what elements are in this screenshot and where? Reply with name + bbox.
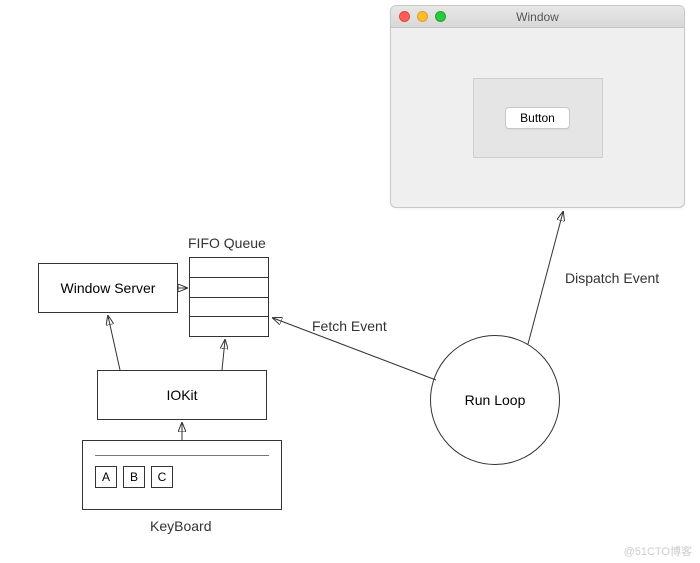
watermark: @51CTO博客 xyxy=(624,543,692,559)
window-titlebar: Window xyxy=(391,6,684,28)
key-c: C xyxy=(151,466,173,488)
window-server-node: Window Server xyxy=(38,263,178,313)
queue-slot xyxy=(190,258,268,278)
window-body: Button xyxy=(391,28,684,207)
fetch-event-label: Fetch Event xyxy=(312,318,387,334)
fifo-queue xyxy=(189,257,269,337)
queue-slot xyxy=(190,317,268,336)
window-title: Window xyxy=(391,10,684,24)
keyboard-label: KeyBoard xyxy=(150,518,211,534)
demo-button[interactable]: Button xyxy=(505,107,570,129)
app-window: Window Button xyxy=(390,5,685,208)
key-a: A xyxy=(95,466,117,488)
iokit-node: IOKit xyxy=(97,370,267,420)
keyboard-keys: A B C xyxy=(91,466,273,488)
queue-slot xyxy=(190,278,268,298)
fifo-queue-label: FIFO Queue xyxy=(188,235,266,251)
button-panel: Button xyxy=(473,78,603,158)
run-loop-label: Run Loop xyxy=(465,392,526,408)
keyboard-node: A B C xyxy=(82,440,282,510)
iokit-label: IOKit xyxy=(166,387,197,403)
run-loop-node: Run Loop xyxy=(430,335,560,465)
window-server-label: Window Server xyxy=(61,280,156,296)
keyboard-divider xyxy=(95,455,269,456)
dispatch-event-label: Dispatch Event xyxy=(565,270,659,286)
queue-slot xyxy=(190,298,268,318)
key-b: B xyxy=(123,466,145,488)
